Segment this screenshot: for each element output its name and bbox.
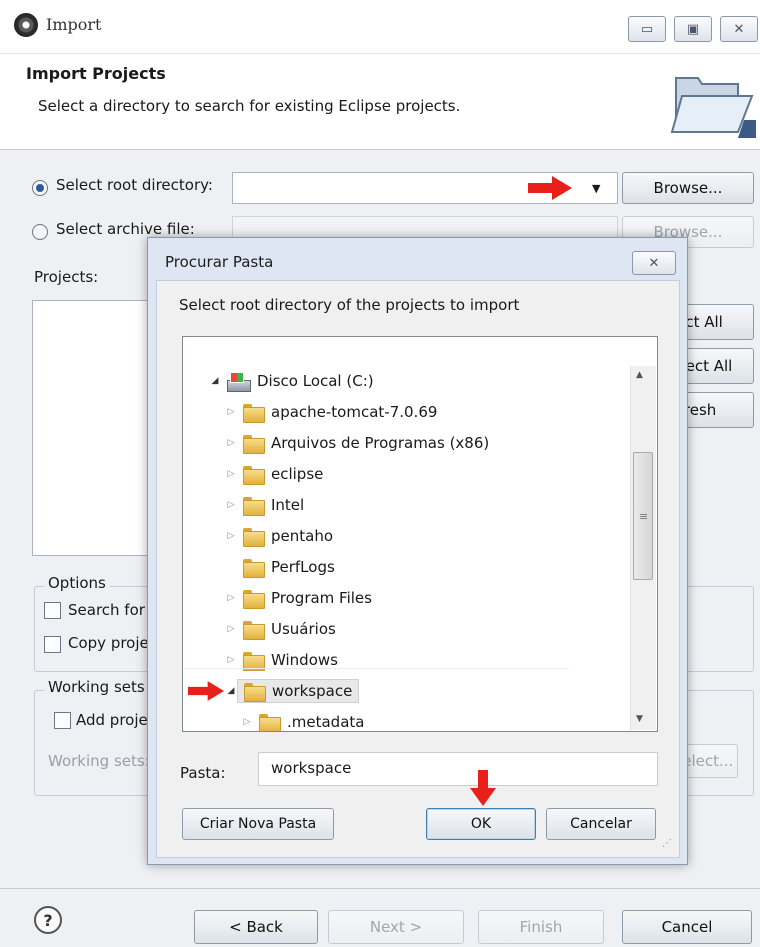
folder-icon — [243, 527, 265, 547]
dialog-description: Select root directory of the projects to… — [179, 296, 520, 314]
projects-label: Projects: — [34, 268, 99, 286]
folder-icon — [243, 465, 265, 485]
tree-item[interactable]: ▷ eclipse — [225, 460, 323, 488]
options-label: Options — [44, 574, 110, 592]
dialog-close-button[interactable]: ✕ — [632, 251, 676, 275]
tree-item[interactable]: ▷ Arquivos de Programas (x86) — [225, 429, 489, 457]
tree-item[interactable]: ▷ Usuários — [225, 615, 336, 643]
folder-icon — [244, 682, 266, 702]
collapsed-arrow-icon[interactable]: ▷ — [225, 624, 237, 634]
tree-item-label: .metadata — [287, 713, 365, 731]
working-sets-label: Working sets — [44, 678, 149, 696]
folder-label: Pasta: — [180, 764, 226, 782]
local-disk-icon — [227, 372, 251, 392]
tree-item-label: workspace — [272, 682, 353, 700]
scroll-grip-icon: ≡ — [639, 510, 649, 523]
red-arrow-icon — [188, 681, 224, 701]
tree-item-label: Usuários — [271, 620, 336, 638]
red-arrow-icon — [528, 176, 572, 200]
window-title: Import — [46, 15, 102, 34]
collapsed-arrow-icon[interactable]: ▷ — [225, 531, 237, 541]
search-nested-checkbox[interactable] — [44, 602, 61, 619]
finish-button[interactable]: Finish — [478, 910, 604, 944]
copy-projects-checkbox[interactable] — [44, 636, 61, 653]
tree-item[interactable]: ▷ apache-tomcat-7.0.69 — [225, 398, 437, 426]
folder-icon — [243, 434, 265, 454]
red-arrow-icon — [470, 770, 496, 806]
folder-input[interactable]: workspace — [258, 752, 658, 786]
folder-icon — [243, 403, 265, 423]
folder-icon — [243, 496, 265, 516]
collapsed-arrow-icon[interactable]: ▷ — [225, 593, 237, 603]
folder-icon — [259, 713, 281, 731]
folder-tree[interactable]: ◢ Disco Local (C:) ▷ apache-tomcat-7.0.6… — [182, 336, 658, 732]
tree-item-selected[interactable]: ◢ workspace — [225, 677, 360, 705]
tree-item-label: PerfLogs — [271, 558, 335, 576]
collapsed-arrow-icon[interactable]: ▷ — [225, 655, 237, 665]
new-folder-button[interactable]: Criar Nova Pasta — [182, 808, 334, 840]
page-subtitle: Select a directory to search for existin… — [38, 97, 461, 115]
tree-item-label: Disco Local (C:) — [257, 372, 374, 390]
tree-item[interactable]: ▷ .metadata — [241, 708, 365, 731]
cancel-button[interactable]: Cancel — [622, 910, 752, 944]
folder-icon — [243, 651, 265, 671]
expanded-arrow-icon[interactable]: ◢ — [225, 686, 237, 696]
collapsed-arrow-icon[interactable]: ▷ — [225, 407, 237, 417]
ok-button[interactable]: OK — [426, 808, 536, 840]
dialog-cancel-button[interactable]: Cancelar — [546, 808, 656, 840]
collapsed-arrow-icon[interactable]: ▷ — [241, 717, 253, 727]
tree-item-label: Intel — [271, 496, 305, 514]
collapsed-arrow-icon[interactable]: ▷ — [225, 469, 237, 479]
back-button[interactable]: < Back — [194, 910, 318, 944]
resize-grip-icon[interactable]: ⋰ — [662, 838, 672, 849]
select-root-label: Select root directory: — [56, 176, 213, 194]
tree-item[interactable]: PerfLogs — [225, 553, 335, 581]
add-to-working-sets-checkbox[interactable] — [54, 712, 71, 729]
browse-root-button[interactable]: Browse... — [622, 172, 754, 204]
tree-item-label: eclipse — [271, 465, 324, 483]
scroll-down-icon[interactable]: ▼ — [636, 714, 643, 724]
tree-divider — [183, 668, 569, 669]
tree-item[interactable]: ▷ Intel — [225, 491, 304, 519]
next-button[interactable]: Next > — [328, 910, 464, 944]
help-icon[interactable]: ? — [34, 906, 62, 934]
tree-item-label: Arquivos de Programas (x86) — [271, 434, 490, 452]
select-archive-radio[interactable] — [32, 224, 48, 240]
footer-divider — [0, 888, 760, 889]
tree-item-drive[interactable]: ◢ Disco Local (C:) — [209, 367, 374, 395]
minimize-button[interactable]: ▭ — [628, 16, 666, 42]
dialog-title: Procurar Pasta — [165, 253, 274, 271]
scroll-up-icon[interactable]: ▲ — [636, 370, 643, 380]
tree-item-label: apache-tomcat-7.0.69 — [271, 403, 438, 421]
tree-item[interactable]: ▷ Program Files — [225, 584, 372, 612]
folder-icon — [243, 620, 265, 640]
page-title: Import Projects — [26, 64, 166, 83]
tree-item-label: Program Files — [271, 589, 372, 607]
selected-highlight: workspace — [237, 679, 360, 703]
tree-item[interactable]: ▷ pentaho — [225, 522, 333, 550]
collapsed-arrow-icon[interactable]: ▷ — [225, 500, 237, 510]
folder-icon — [243, 589, 265, 609]
chevron-down-icon[interactable]: ▼ — [592, 182, 600, 195]
folder-icon — [243, 558, 265, 578]
working-sets-field-label: Working sets: — [48, 752, 150, 770]
close-window-button[interactable]: ✕ — [720, 16, 758, 42]
eclipse-icon — [14, 13, 38, 37]
select-archive-label: Select archive file: — [56, 220, 195, 238]
select-root-radio[interactable] — [32, 180, 48, 196]
tree-item-label: Windows — [271, 651, 338, 669]
folder-import-icon — [670, 77, 756, 138]
tree-item-label: pentaho — [271, 527, 334, 545]
maximize-button[interactable]: ▣ — [674, 16, 712, 42]
collapsed-arrow-icon[interactable]: ▷ — [225, 438, 237, 448]
expanded-arrow-icon[interactable]: ◢ — [209, 376, 221, 386]
tree-item[interactable]: ▷ Windows — [225, 646, 338, 674]
